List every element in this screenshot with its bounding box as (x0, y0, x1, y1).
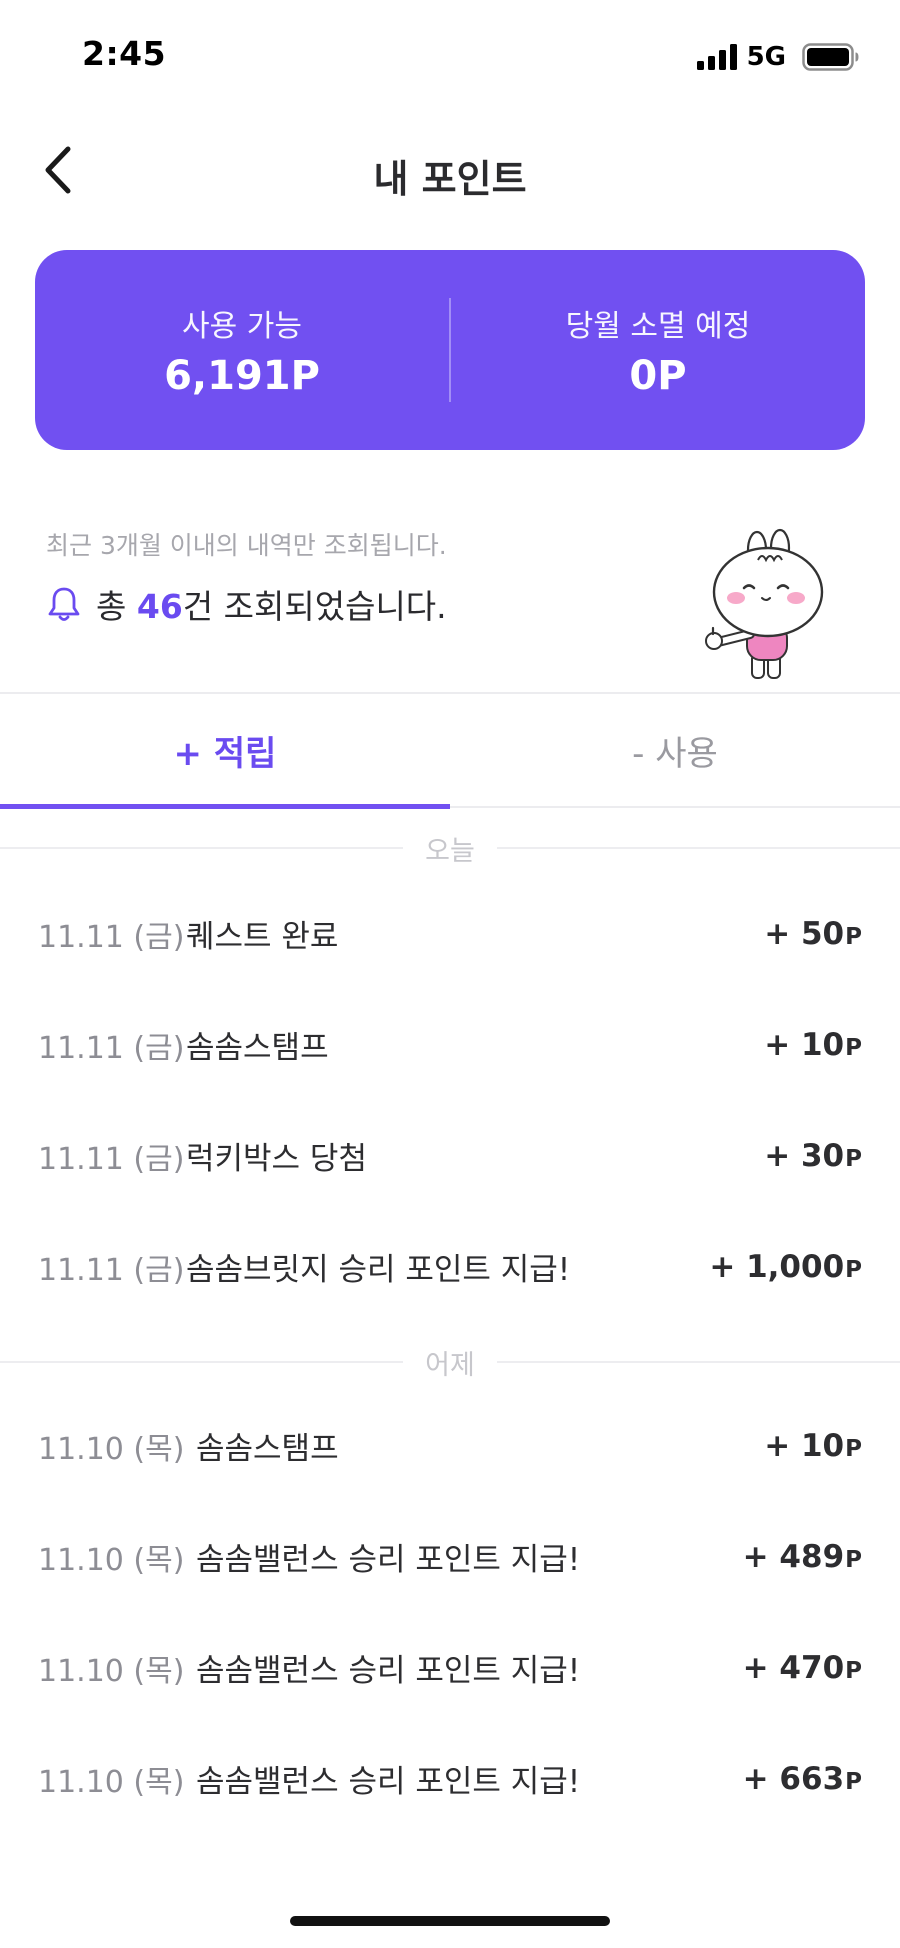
item-date: 11.11 (금) (38, 1030, 185, 1066)
status-time: 2:45 (82, 34, 167, 73)
item-date: 11.10 (목) (38, 1431, 185, 1467)
tab-use-label: - 사용 (632, 733, 718, 774)
history-count-text: 총 46건 조회되었습니다. (96, 580, 447, 628)
battery-icon (802, 43, 859, 71)
history-notice: 최근 3개월 이내의 내역만 조회됩니다. 총 46건 조회되었습니다. (46, 526, 666, 628)
item-amount-unit: P (845, 1768, 862, 1795)
tab-earn[interactable]: + 적립 (0, 694, 450, 809)
item-description: 솜솜스탬프 (186, 1030, 329, 1066)
item-amount: + 50P (764, 916, 862, 952)
item-amount-unit: P (845, 1657, 862, 1684)
expiring-points-label: 당월 소멸 예정 (565, 309, 751, 344)
home-indicator[interactable] (290, 1916, 610, 1926)
divider (496, 847, 900, 849)
history-count-line: 총 46건 조회되었습니다. (46, 580, 666, 628)
section-header-today: 오늘 (0, 826, 900, 870)
rabbit-mascot (705, 528, 824, 679)
history-count-prefix: 총 (96, 587, 137, 626)
item-amount-unit: P (845, 1546, 862, 1573)
available-points-value: 6,191P (164, 353, 320, 399)
item-amount-value: + 470 (742, 1649, 845, 1686)
item-amount-value: + 50 (764, 915, 845, 952)
section-header-yesterday: 어제 (0, 1340, 900, 1384)
signal-icon (696, 44, 737, 70)
network-label: 5G (746, 42, 786, 72)
available-points: 사용 가능 6,191P (35, 301, 449, 399)
list-item[interactable]: 11.10 (목) 솜솜스탬프 + 10P (0, 1390, 900, 1501)
list-item[interactable]: 11.11 (금) 솜솜스탬프 + 10P (0, 989, 900, 1100)
item-amount-unit: P (845, 1256, 862, 1283)
nav-bar: 내 포인트 (0, 132, 900, 212)
item-amount: + 10P (764, 1428, 862, 1464)
list-item[interactable]: 11.10 (목) 솜솜밸런스 승리 포인트 지급! + 470P (0, 1612, 900, 1723)
divider (0, 1361, 404, 1363)
item-amount: + 470P (743, 1650, 862, 1686)
history-count-suffix: 건 조회되었습니다. (182, 587, 447, 626)
item-amount: + 30P (764, 1138, 862, 1174)
item-amount-unit: P (845, 923, 862, 950)
tab-use[interactable]: - 사용 (450, 694, 900, 806)
item-amount-unit: P (845, 1034, 862, 1061)
item-description: 솜솜스탬프 (196, 1431, 339, 1467)
item-amount-value: + 663 (742, 1760, 845, 1797)
item-amount-value: + 30 (764, 1137, 845, 1174)
section-label: 어제 (425, 1349, 475, 1381)
list-item[interactable]: 11.10 (목) 솜솜밸런스 승리 포인트 지급! + 663P (0, 1723, 900, 1834)
status-bar: 2:45 5G (0, 0, 900, 112)
tab-active-indicator (0, 804, 450, 809)
tab-earn-label: + 적립 (173, 733, 277, 774)
item-date: 11.11 (금) (38, 919, 185, 955)
item-date: 11.10 (목) (38, 1542, 185, 1578)
item-date: 11.10 (목) (38, 1653, 185, 1689)
item-amount-unit: P (845, 1435, 862, 1462)
divider (0, 847, 404, 849)
available-points-label: 사용 가능 (182, 309, 302, 344)
status-icons: 5G (696, 42, 860, 72)
list-item[interactable]: 11.11 (금) 솜솜브릿지 승리 포인트 지급! + 1,000P (0, 1211, 900, 1322)
item-description: 럭키박스 당첨 (186, 1141, 367, 1177)
item-amount-unit: P (845, 1145, 862, 1172)
item-amount: + 489P (743, 1539, 862, 1575)
item-description: 솜솜브릿지 승리 포인트 지급! (186, 1252, 571, 1288)
item-date: 11.10 (목) (38, 1764, 185, 1800)
item-description: 퀘스트 완료 (186, 919, 339, 955)
item-amount: + 663P (743, 1761, 862, 1797)
history-count: 46 (136, 587, 183, 626)
item-amount: + 1,000P (709, 1249, 862, 1285)
list-item[interactable]: 11.11 (금) 럭키박스 당첨 + 30P (0, 1100, 900, 1211)
history-list-yesterday: 11.10 (목) 솜솜스탬프 + 10P 11.10 (목) 솜솜밸런스 승리… (0, 1390, 900, 1834)
history-notice-subtext: 최근 3개월 이내의 내역만 조회됩니다. (46, 531, 447, 560)
item-amount-value: + 1,000 (709, 1248, 845, 1285)
item-description: 솜솜밸런스 승리 포인트 지급! (196, 1542, 581, 1578)
item-amount-value: + 489 (742, 1538, 845, 1575)
points-summary-card: 사용 가능 6,191P 당월 소멸 예정 0P (35, 250, 865, 450)
item-description: 솜솜밸런스 승리 포인트 지급! (196, 1653, 581, 1689)
history-list-today: 11.11 (금) 퀘스트 완료 + 50P 11.11 (금) 솜솜스탬프 +… (0, 878, 900, 1322)
item-amount: + 10P (764, 1027, 862, 1063)
expiring-points-value: 0P (629, 353, 687, 399)
item-date: 11.11 (금) (38, 1141, 185, 1177)
item-date: 11.11 (금) (38, 1252, 185, 1288)
section-label: 오늘 (425, 835, 475, 867)
item-amount-value: + 10 (764, 1026, 845, 1063)
item-amount-value: + 10 (764, 1427, 845, 1464)
list-item[interactable]: 11.10 (목) 솜솜밸런스 승리 포인트 지급! + 489P (0, 1501, 900, 1612)
item-description: 솜솜밸런스 승리 포인트 지급! (196, 1764, 581, 1800)
expiring-points: 당월 소멸 예정 0P (451, 301, 865, 399)
divider (496, 1361, 900, 1363)
point-tabs: + 적립 - 사용 (0, 692, 900, 809)
list-item[interactable]: 11.11 (금) 퀘스트 완료 + 50P (0, 878, 900, 989)
bell-icon (48, 587, 80, 621)
page-title: 내 포인트 (373, 157, 527, 201)
